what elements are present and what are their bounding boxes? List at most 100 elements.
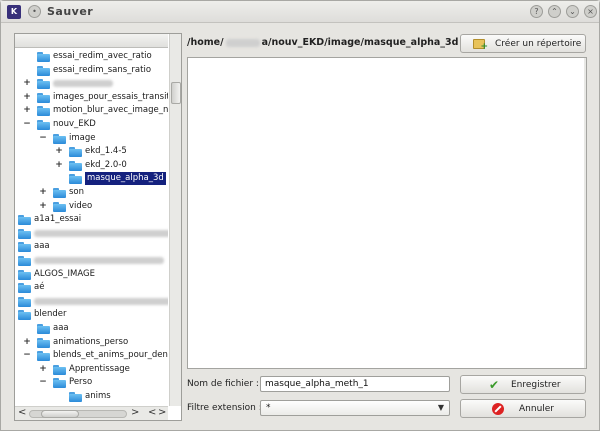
collapse-icon[interactable]: −: [23, 349, 31, 362]
help-button[interactable]: ?: [530, 5, 543, 18]
tree-item[interactable]: essai_redim_avec_ratio: [15, 50, 168, 63]
check-icon: ✔: [489, 378, 500, 392]
tree-item[interactable]: [15, 295, 168, 308]
redacted-label: [34, 229, 168, 237]
window-menu-icon[interactable]: •: [28, 5, 41, 18]
expand-icon[interactable]: +: [23, 104, 31, 117]
cancel-button[interactable]: Annuler: [460, 399, 586, 418]
tree-item-label: motion_blur_avec_image_n: [53, 105, 168, 116]
tree-item-label: masque_alpha_3d: [85, 172, 166, 186]
tree-item[interactable]: + motion_blur_avec_image_n: [15, 104, 168, 117]
tree-item-label: animations_perso: [53, 336, 129, 347]
tree-item-label: essai_redim_avec_ratio: [53, 51, 152, 61]
folder-icon: [69, 160, 82, 171]
tree-item[interactable]: − image: [15, 132, 168, 145]
chevron-down-icon: ▼: [437, 403, 444, 412]
tree-item-label: ekd_1.4-5: [85, 146, 127, 157]
shade-button[interactable]: ⌃: [548, 5, 561, 18]
tree-item-label: ekd_2.0-0: [85, 159, 127, 170]
tree-item[interactable]: − Perso: [15, 376, 168, 389]
window-title: Sauver: [47, 5, 94, 18]
tree-item-label: essai_redim_sans_ratio: [53, 64, 152, 75]
tree-item[interactable]: essai_redim_sans_ratio: [15, 64, 168, 77]
filename-label: Nom de fichier :: [187, 379, 259, 389]
tree-item-label: a1a1_essai: [34, 214, 82, 225]
tree-item[interactable]: aaa: [15, 240, 168, 253]
tree-item[interactable]: [15, 227, 168, 240]
tree-item[interactable]: + Apprentissage: [15, 363, 168, 376]
tree-item[interactable]: + ekd_1.4-5: [15, 145, 168, 158]
path-prefix: /home/: [187, 37, 224, 48]
tree-item[interactable]: anims: [15, 390, 168, 403]
folder-icon: [18, 215, 31, 226]
tree-item[interactable]: blender: [15, 308, 168, 321]
expand-icon[interactable]: +: [39, 200, 47, 213]
directory-tree[interactable]: essai_redim_avec_ratio essai_redim_sans_r…: [14, 33, 182, 421]
title-bar[interactable]: K • Sauver ? ⌃ ⌄ ×: [1, 1, 599, 23]
redacted-label: [34, 257, 164, 264]
tree-item[interactable]: masque_alpha_3d: [15, 172, 168, 186]
expand-icon[interactable]: +: [55, 159, 63, 172]
tree-item[interactable]: + images_pour_essais_transit: [15, 91, 168, 104]
tree-item[interactable]: + son: [15, 186, 168, 199]
tree-item[interactable]: [15, 254, 168, 267]
folder-icon: [18, 242, 31, 253]
redacted-label: [53, 80, 113, 88]
tree-item-label: blends_et_anims_pour_den: [53, 350, 168, 361]
expand-icon[interactable]: +: [23, 91, 31, 104]
collapse-icon[interactable]: −: [23, 118, 31, 131]
scroll-right-arrow-icon-2[interactable]: >: [158, 407, 166, 418]
expand-icon[interactable]: +: [23, 77, 31, 90]
create-directory-button[interactable]: Créer un répertoire: [460, 34, 586, 53]
filter-label: Filtre extension :: [187, 403, 262, 413]
expand-icon[interactable]: +: [39, 186, 47, 199]
redacted-label: [34, 297, 168, 305]
expand-icon[interactable]: +: [55, 145, 63, 158]
expand-icon[interactable]: +: [39, 363, 47, 376]
tree-item[interactable]: + video: [15, 200, 168, 213]
tree-item-label: ALGOS_IMAGE: [34, 268, 95, 279]
tree-item[interactable]: − nouv_EKD: [15, 118, 168, 131]
collapse-icon[interactable]: −: [39, 132, 47, 145]
extension-filter-select[interactable]: * ▼: [260, 400, 450, 416]
minimize-button[interactable]: ⌄: [566, 5, 579, 18]
scroll-left-arrow-icon-2[interactable]: <: [148, 407, 156, 418]
create-directory-label: Créer un répertoire: [495, 39, 582, 49]
folder-icon: [37, 65, 50, 76]
tree-item[interactable]: ALGOS_IMAGE: [15, 268, 168, 281]
tree-item[interactable]: + animations_perso: [15, 336, 168, 349]
folder-icon: [18, 296, 31, 307]
tree-item-label: anims: [85, 391, 111, 401]
tree-list[interactable]: essai_redim_avec_ratio essai_redim_sans_r…: [15, 49, 168, 404]
scroll-right-arrow-icon[interactable]: >: [131, 407, 139, 418]
folder-icon: [53, 364, 66, 375]
folder-icon: [69, 147, 82, 158]
tree-item[interactable]: +: [15, 77, 168, 90]
tree-item[interactable]: aaa: [15, 322, 168, 335]
tree-header[interactable]: [15, 34, 168, 48]
folder-icon: [37, 351, 50, 362]
collapse-icon[interactable]: −: [39, 376, 47, 389]
close-button[interactable]: ×: [584, 5, 597, 18]
scroll-left-arrow-icon[interactable]: <: [18, 407, 26, 418]
save-dialog: K • Sauver ? ⌃ ⌄ × essai_redim_avec_rati…: [0, 0, 600, 431]
app-icon: K: [7, 5, 21, 19]
expand-icon[interactable]: +: [23, 336, 31, 349]
tree-item-label: video: [69, 200, 93, 211]
tree-horizontal-scrollbar[interactable]: < > < >: [15, 406, 168, 420]
folder-icon: [53, 201, 66, 212]
tree-item-label: Apprentissage: [69, 363, 130, 374]
tree-vertical-scroll-thumb[interactable]: [171, 82, 181, 104]
save-button[interactable]: ✔ Enregistrer: [460, 375, 586, 394]
tree-item[interactable]: − blends_et_anims_pour_den: [15, 349, 168, 362]
filename-input[interactable]: [260, 376, 450, 392]
tree-horizontal-scroll-thumb[interactable]: [41, 410, 79, 418]
tree-item[interactable]: a1a1_essai: [15, 213, 168, 226]
tree-item[interactable]: + ekd_2.0-0: [15, 159, 168, 172]
tree-item[interactable]: aé: [15, 281, 168, 294]
folder-icon: [18, 228, 31, 239]
folder-icon: [37, 337, 50, 348]
new-folder-icon: [473, 39, 488, 52]
tree-vertical-scrollbar[interactable]: [169, 34, 181, 406]
tree-item-label: nouv_EKD: [53, 119, 96, 129]
